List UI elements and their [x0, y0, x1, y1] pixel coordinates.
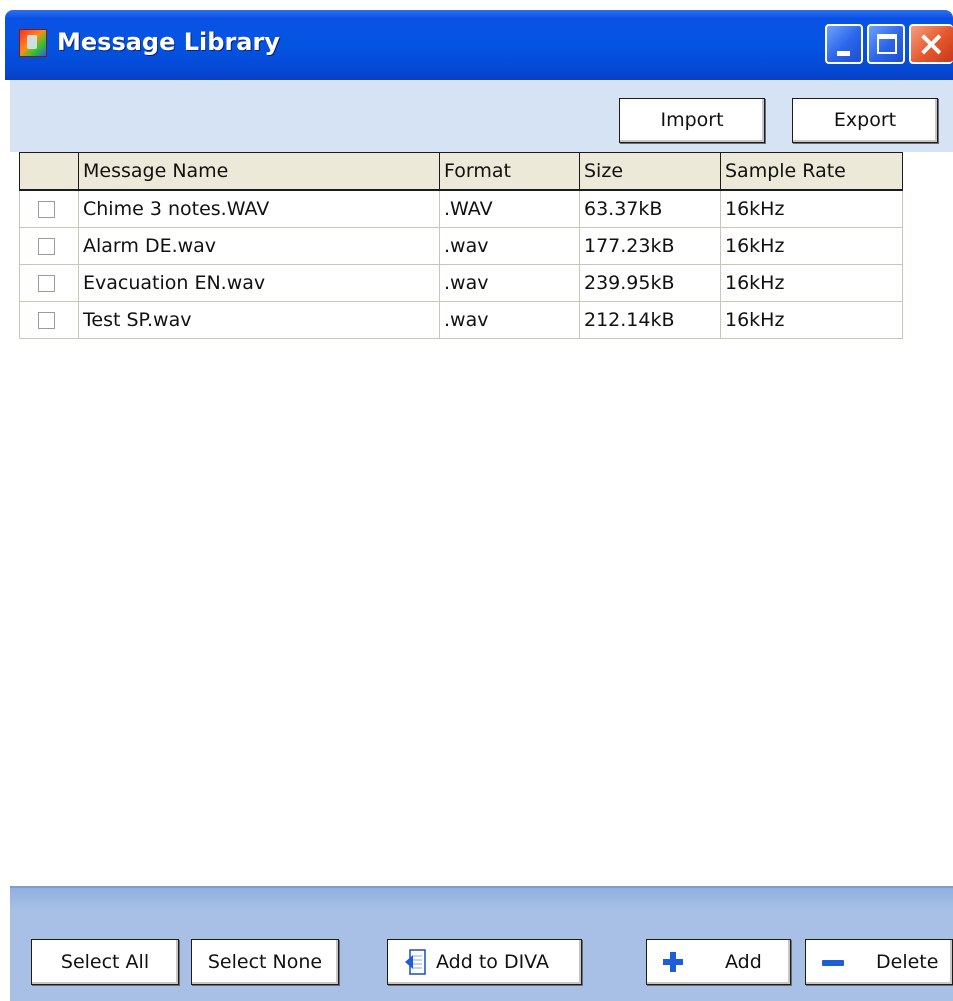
export-button[interactable]: Export — [792, 98, 938, 143]
delete-button[interactable]: Delete — [805, 939, 953, 985]
message-library-window: Message Library × Import Export Message … — [5, 10, 953, 1001]
format-cell: .wav — [439, 301, 580, 339]
size-cell: 212.14kB — [579, 301, 721, 339]
size-cell: 239.95kB — [579, 264, 721, 302]
add-to-diva-button[interactable]: Add to DIVA — [387, 939, 582, 985]
format-cell: .wav — [439, 264, 580, 302]
title-bar[interactable]: Message Library × — [5, 10, 953, 80]
format-cell: .WAV — [439, 189, 580, 228]
app-icon — [19, 29, 47, 57]
minus-icon — [822, 960, 844, 966]
column-header-format[interactable]: Format — [439, 152, 580, 191]
select-all-button[interactable]: Select All — [31, 939, 179, 985]
sample-rate-cell: 16kHz — [720, 301, 903, 339]
maximize-icon — [877, 34, 897, 54]
import-button[interactable]: Import — [619, 98, 765, 143]
table-row[interactable]: Test SP.wav .wav 212.14kB 16kHz — [19, 301, 903, 339]
column-header-select[interactable] — [19, 152, 79, 191]
size-cell: 177.23kB — [579, 227, 721, 265]
maximize-button[interactable] — [867, 24, 905, 64]
window-title: Message Library — [57, 28, 280, 56]
select-none-button[interactable]: Select None — [191, 939, 339, 985]
column-header-message-name[interactable]: Message Name — [78, 152, 440, 191]
table-row[interactable]: Evacuation EN.wav .wav 239.95kB 16kHz — [19, 264, 903, 302]
size-cell: 63.37kB — [579, 189, 721, 228]
footer-bar: Select All Select None Add to DIVA Add D… — [10, 886, 953, 1001]
delete-label: Delete — [876, 951, 939, 973]
row-checkbox-cell[interactable] — [19, 301, 79, 339]
add-label: Add — [725, 951, 762, 973]
close-button[interactable]: × — [909, 24, 953, 64]
row-checkbox[interactable] — [38, 201, 55, 218]
message-name-cell: Chime 3 notes.WAV — [78, 189, 440, 228]
plus-icon — [663, 952, 683, 972]
message-grid-area: Message Name Format Size Sample Rate Chi… — [10, 152, 953, 887]
add-button[interactable]: Add — [646, 939, 791, 985]
minimize-icon — [837, 51, 850, 56]
row-checkbox[interactable] — [38, 312, 55, 329]
toolbar: Import Export — [10, 80, 953, 152]
message-table: Message Name Format Size Sample Rate Chi… — [19, 152, 903, 339]
table-row[interactable]: Chime 3 notes.WAV .WAV 63.37kB 16kHz — [19, 189, 903, 228]
message-name-cell: Test SP.wav — [78, 301, 440, 339]
close-icon: × — [917, 24, 946, 64]
column-header-size[interactable]: Size — [579, 152, 721, 191]
message-name-cell: Evacuation EN.wav — [78, 264, 440, 302]
row-checkbox-cell[interactable] — [19, 189, 79, 228]
row-checkbox-cell[interactable] — [19, 264, 79, 302]
minimize-button[interactable] — [825, 24, 863, 64]
table-header-row: Message Name Format Size Sample Rate — [19, 152, 903, 191]
message-name-cell: Alarm DE.wav — [78, 227, 440, 265]
table-row[interactable]: Alarm DE.wav .wav 177.23kB 16kHz — [19, 227, 903, 265]
row-checkbox[interactable] — [38, 238, 55, 255]
sample-rate-cell: 16kHz — [720, 264, 903, 302]
document-arrow-icon — [405, 949, 426, 975]
sample-rate-cell: 16kHz — [720, 227, 903, 265]
row-checkbox[interactable] — [38, 275, 55, 292]
row-checkbox-cell[interactable] — [19, 227, 79, 265]
column-header-sample-rate[interactable]: Sample Rate — [720, 152, 903, 191]
format-cell: .wav — [439, 227, 580, 265]
add-to-diva-label: Add to DIVA — [436, 951, 549, 973]
sample-rate-cell: 16kHz — [720, 189, 903, 228]
